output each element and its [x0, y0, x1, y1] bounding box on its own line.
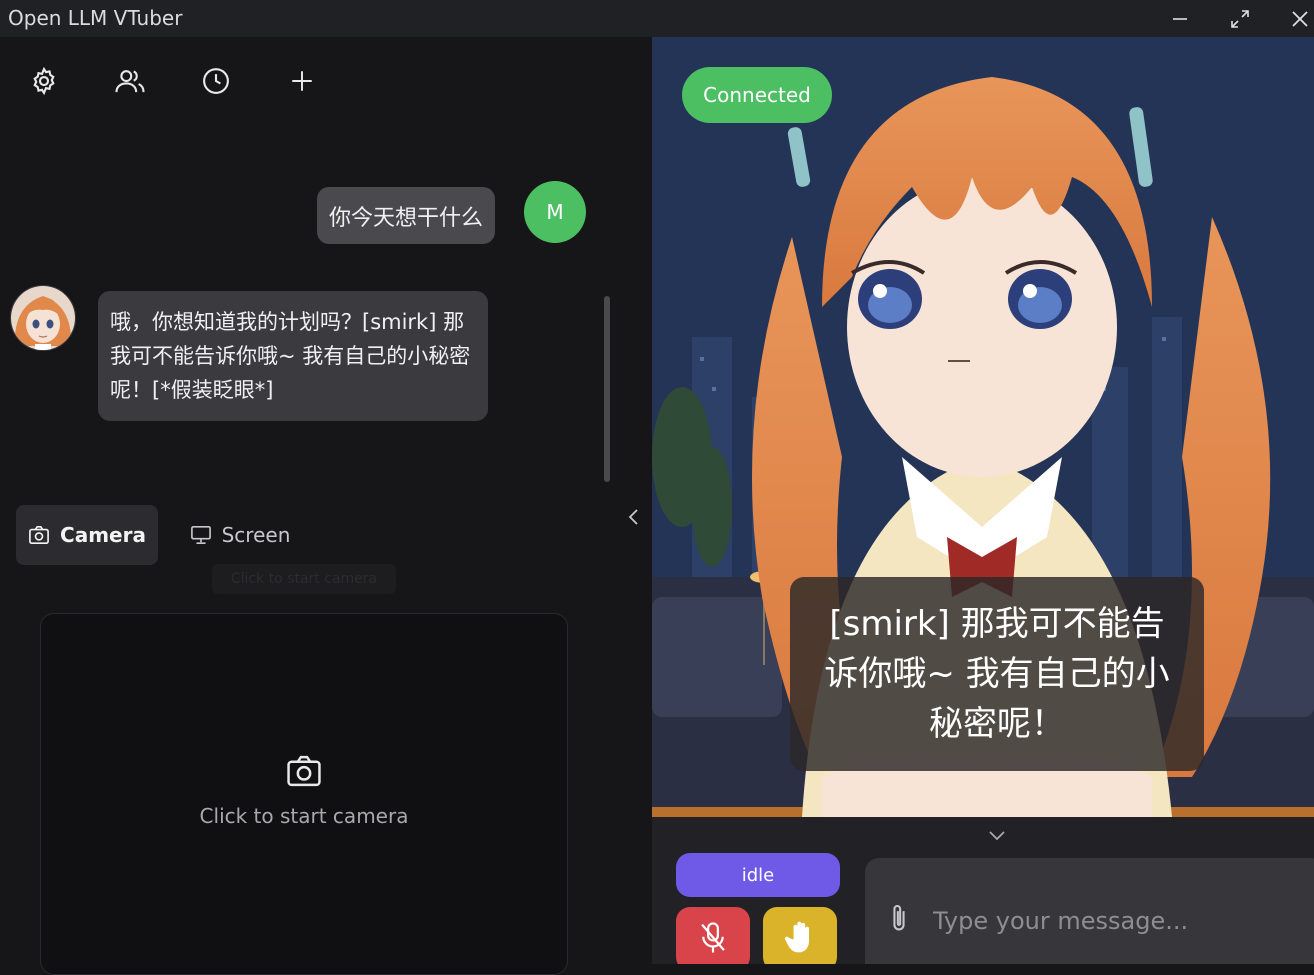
- expand-icon: [1231, 9, 1249, 28]
- user-message-bubble: 你今天想干什么: [317, 187, 496, 244]
- avatar: M: [524, 181, 586, 243]
- monitor-icon: [190, 526, 211, 544]
- tab-screen[interactable]: Screen: [180, 505, 300, 565]
- chevron-down-icon: [989, 831, 1005, 841]
- plus-icon: [292, 71, 312, 91]
- camera-icon: [29, 526, 49, 544]
- camera-icon: [287, 755, 321, 787]
- mic-toggle-button[interactable]: [676, 907, 750, 964]
- live2d-stage[interactable]: Connected [smirk] 那我可不能告诉你哦~ 我有自己的小秘密呢！ …: [652, 37, 1314, 964]
- message-input-container[interactable]: [865, 858, 1314, 964]
- interrupt-button[interactable]: [763, 907, 837, 964]
- collapse-controls-button[interactable]: [988, 827, 1006, 846]
- connection-status-badge: Connected: [682, 67, 832, 123]
- character-avatar-image: [11, 286, 75, 350]
- app-title: Open LLM VTuber: [8, 6, 183, 30]
- tab-camera[interactable]: Camera: [16, 505, 158, 565]
- camera-tooltip: Click to start camera: [212, 564, 396, 594]
- close-icon: [1292, 10, 1308, 27]
- clock-icon: [203, 68, 229, 94]
- ai-avatar: [10, 285, 76, 351]
- minimize-button[interactable]: [1150, 0, 1210, 37]
- gear-icon: [33, 66, 55, 96]
- paperclip-icon[interactable]: [889, 902, 909, 934]
- ai-state-indicator: idle: [676, 853, 840, 897]
- hand-icon: [784, 921, 809, 953]
- collapse-sidebar-button[interactable]: [626, 507, 642, 531]
- maximize-button[interactable]: [1210, 0, 1270, 37]
- left-panel: 你今天想干什么 M 哦，你想知道我的计划吗？[smirk] 那我可不能告诉你哦~…: [0, 37, 652, 975]
- title-bar: Open LLM VTuber: [0, 0, 1314, 37]
- tab-screen-label: Screen: [221, 523, 291, 547]
- ai-message-bubble: 哦，你想知道我的计划吗？[smirk] 那我可不能告诉你哦~ 我有自己的小秘密呢…: [98, 291, 488, 421]
- users-icon: [115, 70, 145, 93]
- characters-button[interactable]: [114, 65, 146, 97]
- subtitle-box: [smirk] 那我可不能告诉你哦~ 我有自己的小秘密呢！: [790, 577, 1204, 771]
- history-button[interactable]: [200, 65, 232, 97]
- minimize-icon: [1173, 17, 1187, 20]
- mic-off-icon: [701, 922, 725, 953]
- camera-preview-panel[interactable]: Click to start camera: [40, 613, 568, 975]
- new-chat-button[interactable]: [286, 65, 318, 97]
- message-input[interactable]: [931, 902, 1295, 940]
- tab-camera-label: Camera: [60, 523, 146, 547]
- close-button[interactable]: [1270, 0, 1314, 37]
- camera-prompt: Click to start camera: [199, 804, 409, 828]
- settings-button[interactable]: [28, 65, 60, 97]
- chat-scrollbar[interactable]: [604, 296, 610, 482]
- chevron-left-icon: [628, 509, 638, 525]
- control-bar: idle: [652, 817, 1314, 964]
